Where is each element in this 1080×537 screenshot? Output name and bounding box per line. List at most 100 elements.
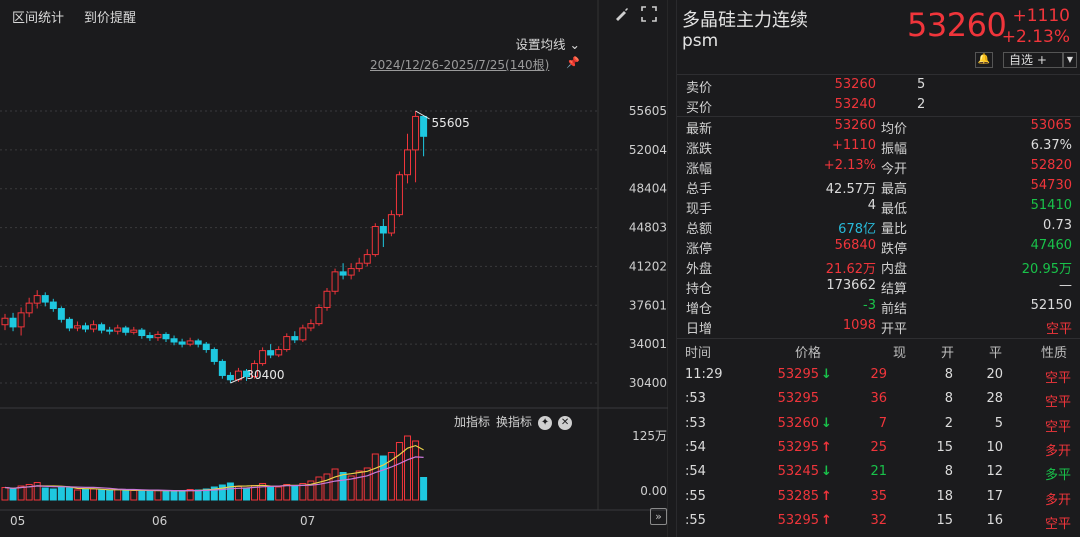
candle-body [412,115,420,151]
stat-label: 结算 [881,282,908,297]
candle-body [98,324,106,331]
candle-body [363,254,371,264]
add-to-watchlist-button[interactable]: 自选 + [1003,52,1063,68]
trade-row: :54 53295 ↑ 25 15 10 多开 [677,437,1080,461]
y-tick-label: 34001 [629,337,667,351]
y-tick-label: 44803 [629,221,667,235]
candle-body [387,214,395,234]
volume-bar [41,487,49,501]
stat-label: 均价 [881,122,908,137]
candle-body [210,349,218,362]
volume-tick-label: 125万 [632,429,667,443]
trade-price: 53245 [777,464,819,480]
arrow-down-icon: ↓ [821,464,832,480]
trade-time: :53 [685,415,706,431]
stat-label: 总手 [686,182,713,197]
candle-body [1,317,9,326]
stat-value: +1110 [832,138,876,153]
candle-body [65,318,73,329]
candle-body [90,324,98,330]
trade-open: 2 [944,415,953,431]
quote-row: 日增 1098 开平 空平 [677,318,1080,338]
volume-bar [395,442,403,501]
candle-body [41,295,49,303]
y-tick-label: 41202 [629,259,667,273]
candle-body [130,329,138,333]
trade-volume: 35 [870,488,887,504]
volume-bar [267,486,275,501]
arrow-down-icon: ↓ [821,367,832,382]
volume-bar [170,490,178,501]
trade-price: 53260 [777,415,819,431]
switch-indicator-button[interactable]: 换指标 [496,415,532,429]
expand-chevron-icon[interactable]: » [650,508,667,525]
trades-header: 时间 价格 现 开 平 性质 [677,339,1080,363]
volume-bar [82,489,89,501]
change-amount: +1110 [1012,6,1070,26]
candle-body [170,338,178,343]
stat-value: 678亿 [838,222,876,237]
volume-bar [291,485,299,501]
volume-bar [122,490,130,501]
stat-label: 内盘 [881,262,908,277]
quote-row: 持仓 173662 结算 — [677,278,1080,298]
bell-icon[interactable]: 🔔 [975,52,993,68]
divider [677,116,1080,117]
stat-value: -3 [863,298,876,313]
instrument-code: psm [682,31,719,51]
header-time: 时间 [685,346,712,361]
volume-bar [363,467,371,501]
candle-body [33,295,41,304]
trade-volume: 7 [878,415,887,431]
candle-body [404,149,411,176]
candle-body [267,350,275,356]
kline-svg: 55605 30400 55605 52004 48404 44803 41202 3760… [0,0,668,537]
caret-down-icon[interactable]: ▼ [1063,52,1077,68]
close-icon[interactable]: ✕ [558,415,573,430]
arrow-down-icon: ↓ [821,415,832,431]
candle-body [162,333,170,340]
trade-time: :55 [685,512,706,528]
y-tick-label: 52004 [629,143,667,157]
trade-open: 15 [936,512,953,528]
stat-label: 日增 [686,322,713,337]
volume-bar [154,490,162,501]
candle-body [371,226,379,256]
stat-label: 开平 [881,322,908,337]
gear-icon[interactable]: ✦ [538,415,553,430]
volume-bar [146,490,154,501]
indicator-toolbar: 加指标 换指标 ✦ ✕ [454,413,578,430]
trade-nature: 多开 [1044,443,1071,459]
volume-bar [275,486,283,501]
trade-volume: 32 [870,512,887,528]
high-marker-label: 55605 [432,116,470,130]
volume-bar [243,488,250,501]
stat-label: 振幅 [881,142,908,157]
trade-time: 11:29 [685,367,723,382]
y-tick-label: 55605 [629,104,667,118]
volume-bar [339,472,347,501]
trade-open: 8 [944,391,953,407]
trade-time: :54 [685,464,706,480]
candle-body [194,340,202,345]
month-label: 05 [10,514,25,528]
trade-price: 53295 [777,439,819,455]
candle-body [283,336,291,351]
stat-label: 涨幅 [686,162,713,177]
volume-bar [226,482,234,501]
candle-body [138,329,146,337]
stat-label: 前结 [881,302,908,317]
candle-layer: 55605 30400 [1,110,470,384]
volume-bar [194,489,202,501]
stat-label: 最新 [686,122,713,137]
add-indicator-button[interactable]: 加指标 [454,415,490,429]
trade-row: 11:29 53295 ↓ 29 8 20 空平 [677,364,1080,388]
quote-row: 最新 53260 均价 53065 [677,118,1080,138]
trade-volume: 36 [870,391,887,407]
stat-value: 54730 [1030,178,1072,193]
stat-value: 173662 [826,278,876,293]
month-label: 07 [300,514,315,528]
stat-value: 51410 [1030,198,1072,213]
candle-body [82,325,89,330]
trade-open: 8 [944,464,953,480]
